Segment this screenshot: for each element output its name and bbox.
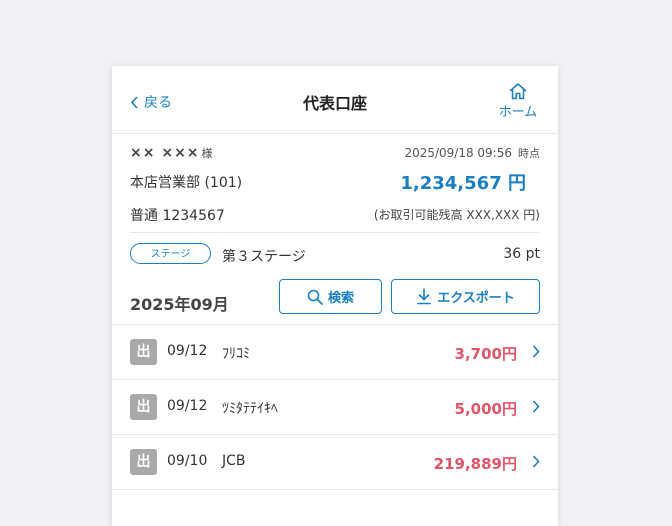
transaction-description: ﾌﾘｺﾐ [222,346,250,362]
table-row[interactable]: 出 09/10 JCB 219,889円 [112,435,558,490]
stage-row: ステージ 第３ステージ 36 pt [130,233,540,277]
transaction-date: 09/12 [167,343,208,359]
withdrawal-badge: 出 [130,339,157,365]
transaction-description: ﾂﾐﾀﾃﾃｲｷﾍ [222,401,278,417]
withdrawal-badge: 出 [130,394,157,420]
transaction-amount: 219,889円 [433,455,517,473]
account-number: 普通 1234567 [130,208,225,224]
account-card: 戻る 代表口座 ホーム ×× ××× 様 2025/09/18 09:56 時点 本… [112,66,558,526]
table-row[interactable]: 出 09/12 ﾂﾐﾀﾃﾃｲｷﾍ 5,000円 [112,380,558,435]
export-button[interactable]: エクスポート [391,279,540,314]
search-button[interactable]: 検索 [279,279,382,314]
transaction-amount: 5,000円 [454,400,517,418]
holder-name: ×× ××× [130,145,200,161]
month-label: 2025年09月 [130,295,229,314]
transaction-date: 09/12 [167,398,208,414]
export-label: エクスポート [437,291,515,306]
as-of-label: 時点 [518,147,540,160]
search-icon [307,289,323,305]
stage-name: 第３ステージ [222,249,306,265]
withdrawal-badge: 出 [130,449,157,475]
balance-timestamp: 2025/09/18 09:56 時点 [404,145,540,161]
chevron-right-icon [532,400,540,413]
transaction-amount: 3,700円 [454,345,517,363]
timestamp-value: 2025/09/18 09:56 [404,146,512,160]
available-balance-note: (お取引可能残高 XXX,XXX 円) [373,208,540,222]
stage-points: 36 pt [503,246,540,262]
home-label: ホーム [498,105,538,120]
search-label: 検索 [327,291,354,306]
page-title: 代表口座 [302,94,367,113]
account-holder: ×× ××× 様 [130,145,214,161]
table-row[interactable]: 出 09/12 ﾌﾘｺﾐ 3,700円 [112,325,558,380]
chevron-right-icon [532,345,540,358]
home-button[interactable]: ホーム [496,82,540,120]
account-info: ×× ××× 様 2025/09/18 09:56 時点 本店営業部 (101) 1… [130,134,540,233]
transaction-description: JCB [222,453,246,469]
download-icon [417,288,431,305]
stage-badge: ステージ [130,243,211,264]
home-icon [509,83,527,100]
branch-name: 本店営業部 (101) [130,175,243,191]
month-toolbar: 2025年09月 検索 エクスポート [130,277,540,324]
transaction-list: 出 09/12 ﾌﾘｺﾐ 3,700円 出 09/12 ﾂﾐﾀﾃﾃｲｷﾍ 5,0… [112,324,558,490]
header-bar: 戻る 代表口座 ホーム [112,66,558,134]
balance-amount: 1,234,567 円 [400,173,526,194]
honorific: 様 [201,147,214,160]
transaction-date: 09/10 [167,453,208,469]
chevron-right-icon [532,455,540,468]
